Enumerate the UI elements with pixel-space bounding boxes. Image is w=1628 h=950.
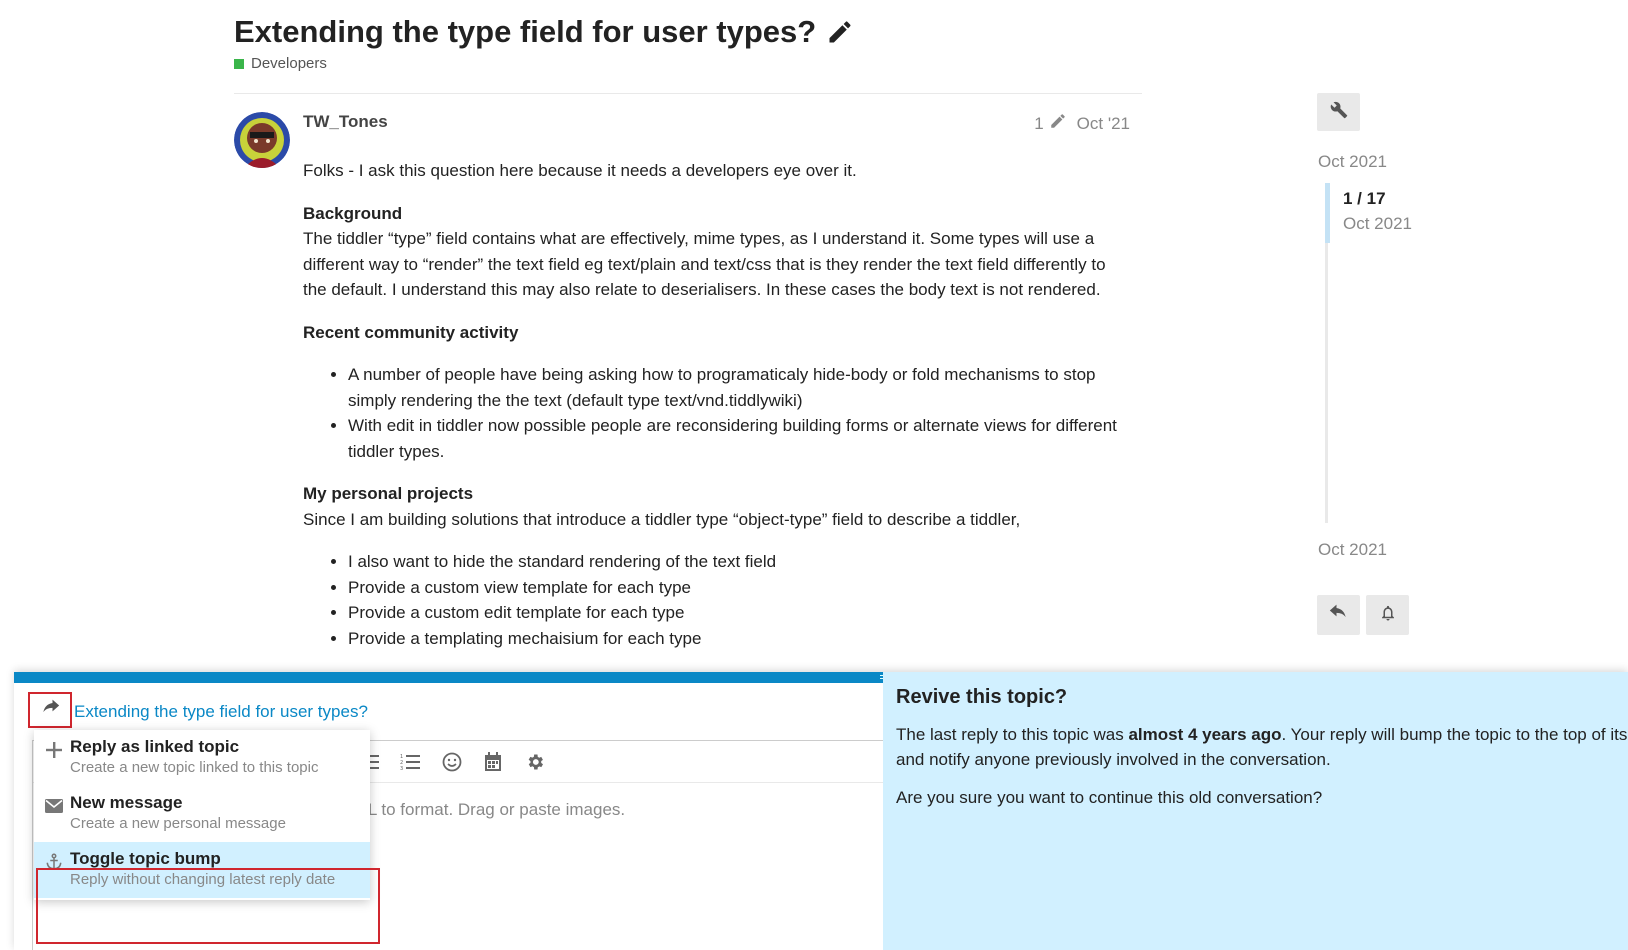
revive-title: Revive this topic? bbox=[896, 686, 1068, 708]
gear-icon[interactable] bbox=[524, 751, 546, 773]
header-divider bbox=[234, 93, 1142, 94]
timeline-handle[interactable] bbox=[1325, 183, 1330, 243]
revive-text-age: almost 4 years ago bbox=[1128, 725, 1282, 744]
menu-item-description: Create a new personal message bbox=[70, 815, 286, 832]
revive-text-after: . Your reply will bump the topic to the … bbox=[1281, 725, 1628, 744]
avatar[interactable] bbox=[234, 112, 290, 168]
list-item: Provide a custom edit template for each … bbox=[348, 600, 1133, 626]
list-item: Provide a templating mechaisium for each… bbox=[348, 626, 1133, 652]
revive-question: Are you sure you want to continue this o… bbox=[896, 788, 1323, 807]
topic-title[interactable]: Extending the type field for user types? bbox=[234, 14, 854, 50]
reply-options-menu: Reply as linked topic Create a new topic… bbox=[34, 730, 380, 944]
post-body: Folks - I ask this question here because… bbox=[303, 158, 1133, 668]
reply-icon bbox=[1329, 604, 1349, 627]
revive-text-line2: and notify anyone previously involved in… bbox=[896, 750, 1331, 769]
list-item: Provide a custom view template for each … bbox=[348, 575, 1133, 601]
edit-pencil-icon[interactable] bbox=[1049, 112, 1067, 135]
menu-item-new-message[interactable]: New message Create a new personal messag… bbox=[34, 786, 370, 842]
timeline-position: 1 / 17 bbox=[1343, 189, 1386, 208]
activity-list: A number of people have being asking how… bbox=[303, 362, 1133, 464]
menu-item-toggle-topic-bump[interactable]: Toggle topic bump Reply without changing… bbox=[34, 842, 370, 898]
list-item: With edit in tiddler now possible people… bbox=[348, 413, 1133, 464]
category-name[interactable]: Developers bbox=[251, 55, 327, 72]
timeline-start-date[interactable]: Oct 2021 bbox=[1318, 152, 1387, 172]
wrench-icon bbox=[1330, 101, 1348, 124]
revive-message: The last reply to this topic was almost … bbox=[896, 722, 1628, 772]
menu-item-label: New message bbox=[70, 793, 183, 812]
timeline-position-date: Oct 2021 bbox=[1343, 214, 1412, 233]
post-meta: 1 Oct '21 bbox=[1034, 112, 1130, 135]
envelope-icon bbox=[44, 796, 64, 816]
menu-item-label: Toggle topic bump bbox=[70, 849, 221, 868]
list-item: I also want to hide the standard renderi… bbox=[348, 549, 1133, 575]
list-item: A number of people have being asking how… bbox=[348, 362, 1133, 413]
calendar-icon[interactable] bbox=[482, 751, 504, 773]
menu-item-reply-as-linked-topic[interactable]: Reply as linked topic Create a new topic… bbox=[34, 730, 370, 786]
edit-history[interactable]: 1 bbox=[1034, 112, 1066, 135]
emoji-icon[interactable] bbox=[441, 751, 463, 773]
menu-item-description: Reply without changing latest reply date bbox=[70, 871, 336, 888]
reply-options-toggle[interactable] bbox=[28, 692, 72, 728]
menu-item-description: Create a new topic linked to this topic bbox=[70, 759, 319, 776]
svg-text:3: 3 bbox=[400, 766, 403, 770]
revive-text-before: The last reply to this topic was bbox=[896, 725, 1129, 744]
topic-admin-button[interactable] bbox=[1317, 93, 1360, 131]
background-heading: Background bbox=[303, 203, 403, 223]
anchor-icon bbox=[44, 852, 64, 872]
post-intro: Folks - I ask this question here because… bbox=[303, 161, 857, 180]
bell-icon bbox=[1379, 603, 1397, 628]
reply-button[interactable] bbox=[1317, 595, 1360, 635]
reply-to-topic-link[interactable]: Extending the type field for user types? bbox=[74, 702, 368, 722]
post-date[interactable]: Oct '21 bbox=[1077, 114, 1130, 134]
post-username[interactable]: TW_Tones bbox=[303, 112, 388, 132]
activity-heading: Recent community activity bbox=[303, 322, 519, 342]
projects-text: Since I am building solutions that intro… bbox=[303, 509, 1021, 529]
share-arrow-icon bbox=[40, 699, 60, 722]
notification-button[interactable] bbox=[1366, 595, 1409, 635]
projects-heading: My personal projects bbox=[303, 484, 474, 503]
plus-icon bbox=[44, 740, 64, 760]
category-color-swatch bbox=[234, 58, 244, 69]
numbered-list-icon[interactable]: 123 bbox=[399, 751, 421, 773]
edit-count[interactable]: 1 bbox=[1034, 114, 1043, 134]
revive-topic-notice: Revive this topic? The last reply to thi… bbox=[883, 672, 1628, 950]
timeline-end-date[interactable]: Oct 2021 bbox=[1318, 540, 1387, 560]
editor-placeholder[interactable]: HTML to format. Drag or paste images. bbox=[331, 800, 625, 820]
topic-title-text[interactable]: Extending the type field for user types? bbox=[234, 14, 816, 50]
topic-page: Extending the type field for user types?… bbox=[0, 0, 1628, 950]
background-text: The tiddler “type” field contains what a… bbox=[303, 229, 1106, 299]
category-badge[interactable]: Developers bbox=[234, 55, 327, 72]
menu-item-label: Reply as linked topic bbox=[70, 737, 240, 756]
edit-title-pencil-icon[interactable] bbox=[826, 18, 854, 46]
projects-list: I also want to hide the standard renderi… bbox=[303, 549, 1133, 651]
